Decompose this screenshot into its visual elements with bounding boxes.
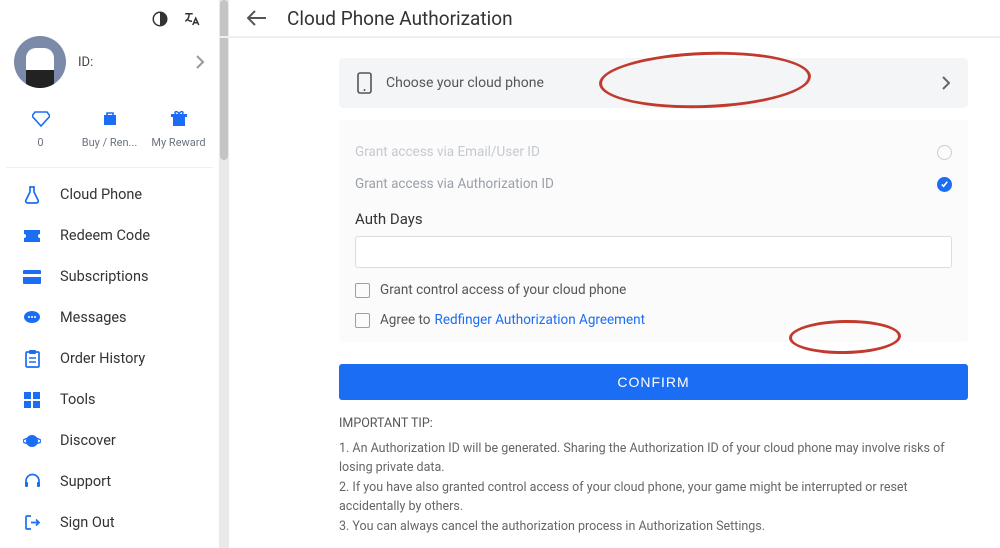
buy-renew-label: Buy / Ren... [82,136,138,149]
headset-icon [22,472,42,492]
sidebar-item-redeem-code[interactable]: Redeem Code [0,215,219,256]
quick-actions: 0 Buy / Ren... My Reward [6,108,213,168]
grant-control-label: Grant control access of your cloud phone [380,282,626,298]
checkbox-unchecked-icon [355,313,370,328]
option-authorization-id[interactable]: Grant access via Authorization ID [355,168,952,200]
checkbox-unchecked-icon [355,283,370,298]
choose-phone-label: Choose your cloud phone [386,75,544,91]
diamond-icon [32,108,50,130]
chevron-right-icon [195,54,205,70]
main-panel: Cloud Phone Authorization Choose your cl… [219,0,1000,548]
sidebar: ID: 0 Buy / Ren... M [0,0,219,548]
language-icon[interactable] [183,10,201,28]
auth-days-input[interactable] [355,236,952,268]
sidebar-item-label: Order History [60,350,145,367]
auth-days-label: Auth Days [355,210,952,228]
agree-prefix: Agree to [380,312,431,328]
buy-renew-button[interactable]: Buy / Ren... [77,108,143,149]
sign-out-icon [22,513,42,533]
flask-icon [22,185,42,205]
authorization-agreement-link[interactable]: Redfinger Authorization Agreement [435,312,646,328]
bag-icon [102,108,118,130]
sidebar-item-label: Subscriptions [60,268,148,285]
grant-control-checkbox-row[interactable]: Grant control access of your cloud phone [355,282,952,298]
confirm-button[interactable]: CONFIRM [339,364,968,400]
sidebar-item-label: Tools [60,391,96,408]
tip-line: 1. An Authorization ID will be generated… [339,439,968,478]
sidebar-item-cloud-phone[interactable]: Cloud Phone [0,174,219,215]
sidebar-item-label: Support [60,473,111,490]
sidebar-item-label: Discover [60,432,116,449]
sidebar-item-label: Redeem Code [60,227,150,244]
clipboard-icon [22,349,42,369]
planet-icon [22,431,42,451]
contrast-icon[interactable] [151,10,169,28]
agree-checkbox-row[interactable]: Agree to Redfinger Authorization Agreeme… [355,312,952,328]
important-tips: 1. An Authorization ID will be generated… [339,439,968,536]
sidebar-item-discover[interactable]: Discover [0,420,219,461]
option-label: Grant access via Email/User ID [355,144,540,160]
ticket-icon [22,226,42,246]
sidebar-item-messages[interactable]: Messages [0,297,219,338]
back-arrow-icon[interactable] [247,10,267,26]
sidebar-item-label: Messages [60,309,127,326]
page-title: Cloud Phone Authorization [287,7,513,30]
sidebar-nav: Cloud Phone Redeem Code Subscriptions Me… [0,174,219,543]
grid-icon [22,390,42,410]
radio-checked-icon [937,177,952,192]
choose-phone-row[interactable]: Choose your cloud phone [339,58,968,108]
sidebar-item-label: Sign Out [60,514,115,531]
my-reward-button[interactable]: My Reward [146,108,212,149]
option-email-user-id[interactable]: Grant access via Email/User ID [355,136,952,168]
important-tip-title: IMPORTANT TIP: [339,416,968,431]
sidebar-item-sign-out[interactable]: Sign Out [0,502,219,543]
user-id-label: ID: [78,55,93,70]
diamond-count: 0 [37,136,43,149]
radio-unchecked-icon [937,145,952,160]
chevron-right-icon [941,76,950,90]
sidebar-item-order-history[interactable]: Order History [0,338,219,379]
sidebar-item-subscriptions[interactable]: Subscriptions [0,256,219,297]
sidebar-item-tools[interactable]: Tools [0,379,219,420]
diamonds-button[interactable]: 0 [8,108,74,149]
phone-icon [357,72,372,94]
avatar [14,36,66,88]
sidebar-item-label: Cloud Phone [60,186,142,203]
tip-line: 3. You can always cancel the authorizati… [339,517,968,536]
card-icon [22,267,42,287]
sidebar-item-support[interactable]: Support [0,461,219,502]
option-label: Grant access via Authorization ID [355,176,554,192]
page-header: Cloud Phone Authorization [219,0,1000,38]
tip-line: 2. If you have also granted control acce… [339,478,968,517]
my-reward-label: My Reward [151,136,205,149]
chat-icon [22,308,42,328]
gift-icon [171,108,187,130]
